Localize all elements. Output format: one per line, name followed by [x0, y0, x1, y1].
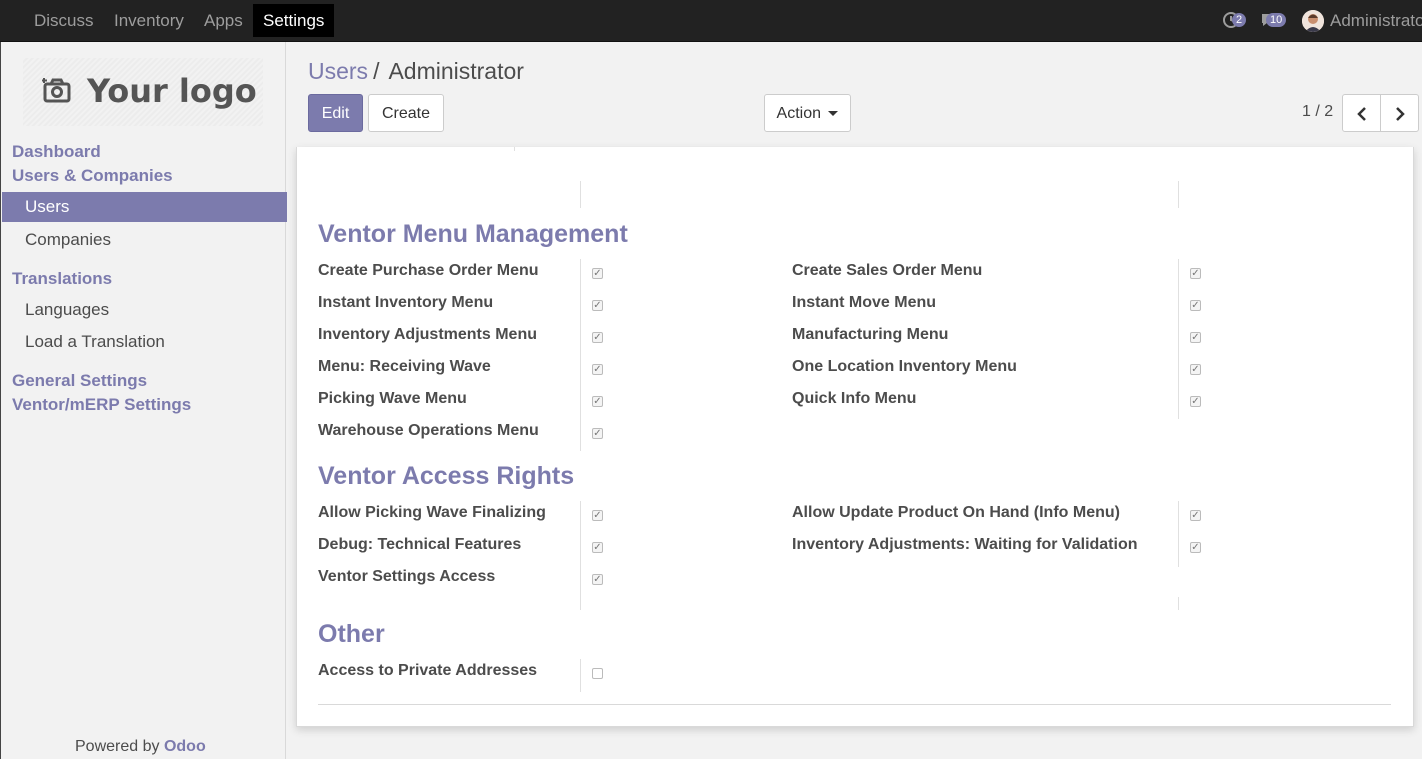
field-label: Quick Info Menu	[792, 390, 917, 407]
sidebar-item-companies[interactable]: Companies	[25, 230, 111, 250]
user-menu[interactable]: Administrator	[1330, 0, 1422, 41]
field-label: Access to Private Addresses	[318, 662, 538, 679]
checkbox[interactable]: ✓	[1190, 396, 1201, 407]
activities-badge: 2	[1232, 13, 1247, 27]
pager-previous-button[interactable]	[1342, 94, 1381, 132]
messages-badge: 10	[1266, 13, 1287, 27]
checkbox[interactable]: ✓	[592, 428, 603, 439]
action-label: Action	[776, 105, 821, 122]
section-title-other: Other	[318, 620, 385, 648]
chevron-left-icon	[1356, 107, 1366, 121]
field-label: Create Sales Order Menu	[792, 262, 983, 279]
checkbox[interactable]: ✓	[592, 396, 603, 407]
sidebar-item-users[interactable]: Users	[2, 192, 287, 222]
field-label: Warehouse Operations Menu	[318, 422, 539, 439]
column-separator	[1178, 259, 1179, 419]
sidebar-item-general-settings[interactable]: General Settings	[12, 371, 147, 391]
camera-icon	[42, 78, 71, 103]
caret-down-icon	[828, 111, 839, 117]
action-dropdown[interactable]: Action	[764, 94, 851, 132]
field-label: Inventory Adjustments: Waiting for Valid…	[792, 536, 1138, 553]
pager-value[interactable]: 1 / 2	[1302, 103, 1333, 121]
menu-settings[interactable]: Settings	[253, 4, 335, 37]
checkbox[interactable]: ✓	[592, 364, 603, 375]
sidebar-item-ventor-settings[interactable]: Ventor/mERP Settings	[12, 395, 191, 415]
checkbox[interactable]: ✓	[1190, 542, 1201, 553]
section-title-access-rights: Ventor Access Rights	[318, 462, 575, 490]
column-separator	[580, 259, 581, 451]
checkbox[interactable]: ✓	[592, 268, 603, 279]
column-separator	[1178, 597, 1179, 610]
chevron-right-icon	[1395, 107, 1405, 121]
user-avatar[interactable]	[1302, 10, 1324, 32]
checkbox[interactable]	[592, 668, 603, 679]
field-label: Instant Move Menu	[792, 294, 937, 311]
checkbox[interactable]: ✓	[592, 510, 603, 521]
field-label: One Location Inventory Menu	[792, 358, 1017, 375]
menu-inventory[interactable]: Inventory	[104, 0, 194, 41]
field-label: Inventory Adjustments Menu	[318, 326, 537, 343]
sidebar-item-languages[interactable]: Languages	[25, 300, 109, 320]
checkbox[interactable]: ✓	[1190, 268, 1201, 279]
sidebar-section-translations[interactable]: Translations	[12, 269, 112, 289]
field-label: Create Purchase Order Menu	[318, 262, 539, 279]
powered-by-text: Powered by	[75, 738, 160, 755]
separator	[514, 147, 515, 151]
checkbox[interactable]: ✓	[1190, 364, 1201, 375]
sidebar-item-dashboard[interactable]: Dashboard	[12, 142, 101, 162]
checkbox[interactable]: ✓	[592, 300, 603, 311]
field-label: Debug: Technical Features	[318, 536, 522, 553]
section-title-menu-management: Ventor Menu Management	[318, 220, 628, 248]
field-label: Ventor Settings Access	[318, 568, 496, 585]
menu-apps[interactable]: Apps	[194, 0, 253, 41]
odoo-link[interactable]: Odoo	[164, 738, 206, 755]
breadcrumb-separator: /	[373, 58, 380, 84]
edit-button[interactable]: Edit	[308, 94, 363, 132]
separator	[580, 181, 581, 208]
sidebar-item-users-label: Users	[25, 197, 70, 216]
field-label: Picking Wave Menu	[318, 390, 467, 407]
field-label: Menu: Receiving Wave	[318, 358, 491, 375]
checkbox[interactable]: ✓	[1190, 332, 1201, 343]
company-logo: Your logo	[23, 58, 263, 126]
sidebar: Your logo Dashboard Users & Companies Us…	[0, 42, 287, 759]
create-button[interactable]: Create	[368, 94, 444, 132]
form-sheet: Ventor Menu Management Create Purchase O…	[296, 147, 1414, 727]
checkbox[interactable]: ✓	[1190, 300, 1201, 311]
checkbox[interactable]: ✓	[592, 542, 603, 553]
sidebar-section-users-companies[interactable]: Users & Companies	[12, 166, 173, 186]
column-separator	[1178, 501, 1179, 567]
field-label: Instant Inventory Menu	[318, 294, 494, 311]
checkbox[interactable]: ✓	[592, 574, 603, 585]
checkbox[interactable]: ✓	[1190, 510, 1201, 521]
field-label: Manufacturing Menu	[792, 326, 949, 343]
separator	[1178, 181, 1179, 208]
logo-text: Your logo	[87, 72, 257, 110]
breadcrumb-users[interactable]: Users	[308, 58, 368, 84]
pager-next-button[interactable]	[1380, 94, 1419, 132]
checkbox[interactable]: ✓	[592, 332, 603, 343]
field-label: Allow Update Product On Hand (Info Menu)	[792, 504, 1120, 521]
top-navbar: Discuss Inventory Apps Settings 2 10 Adm…	[0, 0, 1422, 42]
breadcrumb: Users / Administrator	[308, 58, 524, 85]
divider	[318, 704, 1391, 705]
column-separator	[580, 659, 581, 692]
menu-discuss[interactable]: Discuss	[24, 0, 104, 41]
breadcrumb-current: Administrator	[388, 58, 524, 84]
sidebar-item-load-translation[interactable]: Load a Translation	[25, 332, 165, 352]
field-label: Allow Picking Wave Finalizing	[318, 504, 546, 521]
column-separator	[580, 501, 581, 610]
powered-by: Powered by Odoo	[75, 738, 206, 756]
